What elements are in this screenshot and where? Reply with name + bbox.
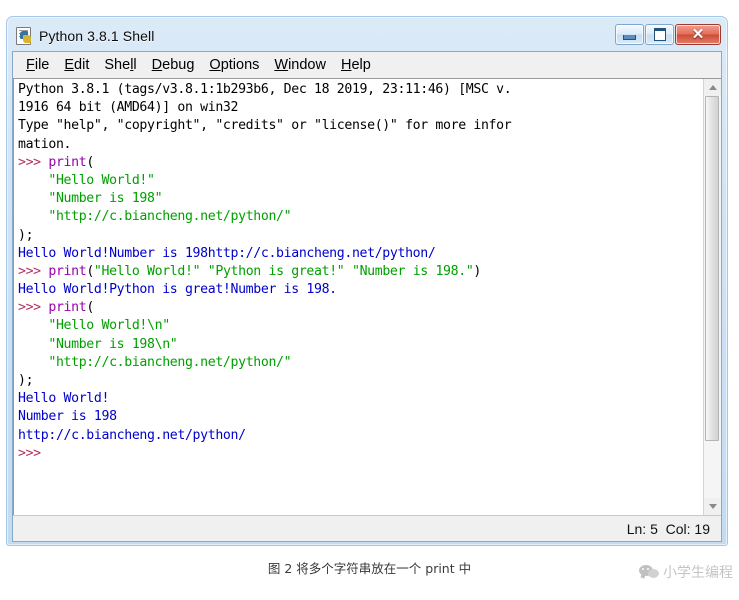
console-token: ); <box>18 227 34 243</box>
console-line: Number is 198 <box>18 408 703 426</box>
console-line: "Hello World!" <box>18 172 703 190</box>
console-token: "Hello World!" <box>48 172 155 188</box>
console-token: Python 3.8.1 (tags/v3.8.1:1b293b6, Dec 1… <box>18 82 512 97</box>
close-button[interactable]: ✕ <box>675 24 721 45</box>
console-token: Hello World!Python is great!Number is 19… <box>18 282 337 298</box>
wechat-icon <box>639 564 659 580</box>
console-token: "http://c.biancheng.net/python/" <box>48 354 292 370</box>
shell-text-area[interactable]: Python 3.8.1 (tags/v3.8.1:1b293b6, Dec 1… <box>13 78 721 515</box>
figure-caption: 图 2 将多个字符串放在一个 print 中 <box>267 561 472 576</box>
scroll-down-button[interactable] <box>704 498 721 515</box>
console-token: "Python is great!" <box>207 263 345 279</box>
scrollbar-thumb[interactable] <box>705 96 719 441</box>
console-token: http://c.biancheng.net/python/ <box>18 427 246 443</box>
console-line: http://c.biancheng.net/python/ <box>18 427 703 445</box>
console-token: ( <box>86 263 94 279</box>
minimize-button[interactable] <box>615 24 644 45</box>
console-token: Hello World!Number is 198http://c.bianch… <box>18 245 436 261</box>
console-line: ); <box>18 372 703 390</box>
console-line: Hello World! <box>18 390 703 408</box>
console-token: 1916 64 bit (AMD64)] on win32 <box>18 100 239 116</box>
console-line: Hello World!Number is 198http://c.bianch… <box>18 245 703 263</box>
console-token: "Hello World!\n" <box>48 318 170 334</box>
console-token: >>> <box>18 445 41 461</box>
scroll-up-button[interactable] <box>704 79 721 96</box>
console-token: print <box>48 263 87 279</box>
console-token: "Number is 198\n" <box>48 336 178 352</box>
console-token: "Number is 198" <box>48 191 163 207</box>
console-line: Type "help", "copyright", "credits" or "… <box>18 117 703 135</box>
console-line: >>> print("Hello World!" "Python is grea… <box>18 263 703 281</box>
vertical-scrollbar[interactable] <box>703 79 721 515</box>
window-client-area: File Edit Shell Debug Options Window Help Pyth… <box>12 51 722 542</box>
console-token <box>18 209 48 224</box>
scrollbar-track[interactable] <box>704 96 721 498</box>
console-line: ); <box>18 227 703 245</box>
menu-bar: File Edit Shell Debug Options Window Help <box>13 52 721 78</box>
console-token: ); <box>18 373 34 388</box>
console-token: "http://c.biancheng.net/python/" <box>48 209 292 225</box>
console-token <box>200 264 208 279</box>
console-token: ( <box>86 300 94 316</box>
console-token: ( <box>86 154 94 170</box>
menu-item-edit[interactable]: Edit <box>57 55 97 75</box>
status-bar: Ln: 5 Col: 19 <box>13 515 721 541</box>
window-controls: ✕ <box>615 24 721 45</box>
menu-item-debug[interactable]: Debug <box>145 55 203 75</box>
console-line: >>> print( <box>18 299 703 317</box>
shell-output[interactable]: Python 3.8.1 (tags/v3.8.1:1b293b6, Dec 1… <box>14 79 703 515</box>
console-line: >>> print( <box>18 154 703 172</box>
console-token: Hello World! <box>18 391 110 407</box>
scroll-down-arrow-icon <box>708 504 717 509</box>
console-token: "Hello World!" <box>93 263 201 279</box>
console-token: ) <box>473 263 482 279</box>
console-line: "Number is 198" <box>18 190 703 208</box>
console-token: >>> <box>18 263 49 279</box>
menu-item-file[interactable]: File <box>19 55 57 75</box>
console-token <box>18 318 48 333</box>
console-line: "http://c.biancheng.net/python/" <box>18 208 703 226</box>
python-shell-window: Python 3.8.1 Shell ✕ File Edit Shell Debug O… <box>6 16 728 546</box>
console-token <box>344 264 352 279</box>
maximize-icon <box>653 28 666 41</box>
menu-item-options[interactable]: Options <box>202 55 267 75</box>
console-line: "http://c.biancheng.net/python/" <box>18 354 703 372</box>
console-line: Hello World!Python is great!Number is 19… <box>18 281 703 299</box>
console-line: 1916 64 bit (AMD64)] on win32 <box>18 99 703 117</box>
console-line: "Number is 198\n" <box>18 336 703 354</box>
python-file-icon <box>15 27 33 45</box>
menu-item-window[interactable]: Window <box>267 55 334 75</box>
console-token <box>18 337 48 352</box>
console-line: mation. <box>18 136 703 154</box>
title-bar: Python 3.8.1 Shell ✕ <box>12 21 722 51</box>
console-token: print <box>48 154 87 170</box>
console-line: >>> <box>18 445 703 463</box>
minimize-icon <box>623 35 636 40</box>
console-token <box>18 191 48 206</box>
menu-item-shell[interactable]: Shell <box>97 55 144 75</box>
menu-item-help[interactable]: Help <box>334 55 379 75</box>
console-token: mation. <box>18 136 72 152</box>
watermark-label: 小学生编程 <box>663 565 733 581</box>
console-line: Python 3.8.1 (tags/v3.8.1:1b293b6, Dec 1… <box>18 81 703 99</box>
cursor-position-status: Ln: 5 Col: 19 <box>626 520 710 537</box>
close-icon: ✕ <box>691 26 705 43</box>
console-token: Number is 198 <box>18 409 117 425</box>
console-token: >>> <box>18 154 49 170</box>
console-token: Type "help", "copyright", "credits" or "… <box>18 118 512 134</box>
console-token: "Number is 198." <box>351 263 474 279</box>
console-line: "Hello World!\n" <box>18 317 703 335</box>
maximize-button[interactable] <box>645 24 674 45</box>
scroll-up-arrow-icon <box>708 85 717 90</box>
watermark: 小学生编程 <box>639 562 733 582</box>
console-token: print <box>48 300 87 316</box>
console-token <box>18 173 48 188</box>
console-token: >>> <box>18 300 49 316</box>
console-token <box>18 355 48 370</box>
window-title: Python 3.8.1 Shell <box>39 28 155 44</box>
